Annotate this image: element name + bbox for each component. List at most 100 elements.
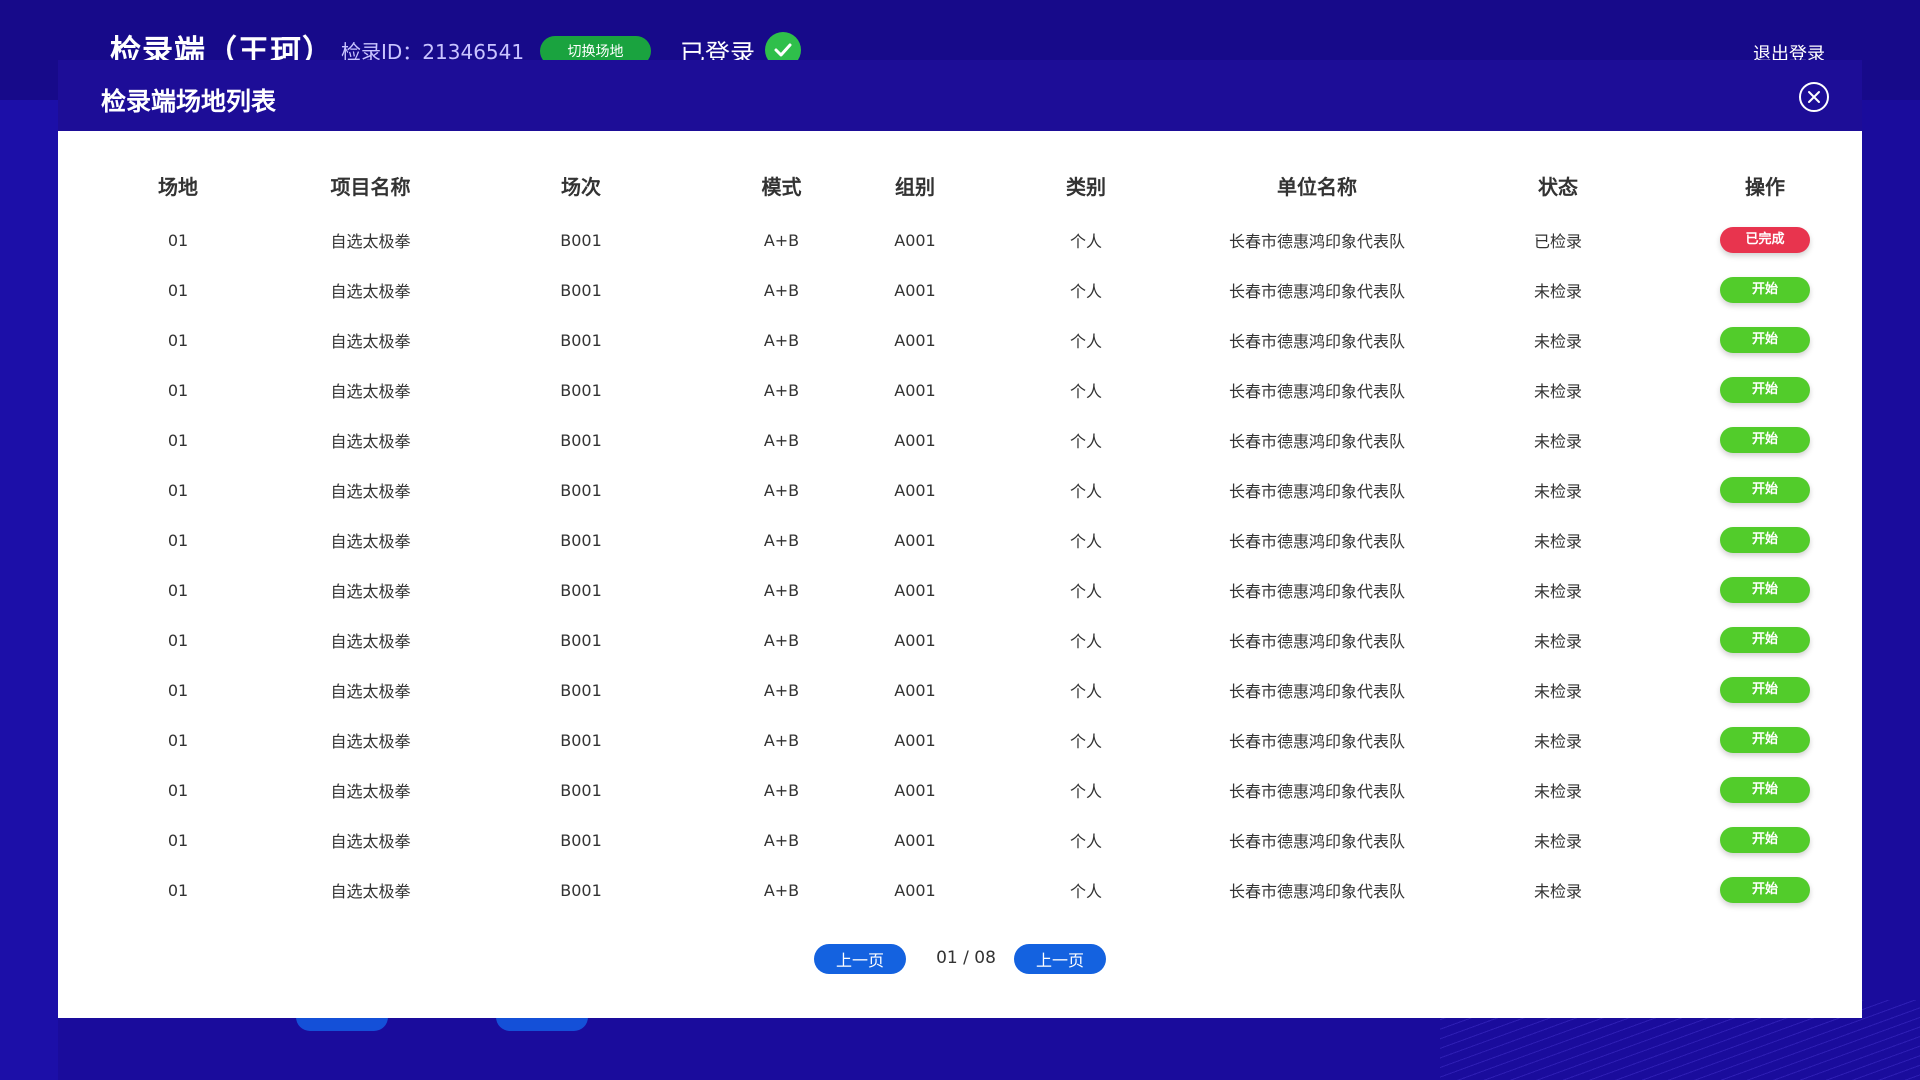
next-page-button[interactable]: 上一页 [1014, 944, 1106, 974]
cell-session: B001 [560, 430, 602, 450]
table-header-row: 场地 项目名称 场次 模式 组别 类别 单位名称 状态 操作 [58, 155, 1862, 215]
cell-project: 自选太极拳 [330, 332, 411, 351]
cell-session: B001 [560, 680, 602, 700]
venue-table-wrapper: 场地 项目名称 场次 模式 组别 类别 单位名称 状态 操作 01 自选太极拳 B0… [58, 155, 1862, 915]
start-button[interactable]: 开始 [1720, 377, 1810, 403]
cell-unit: 长春市德惠鸿印象代表队 [1228, 832, 1405, 851]
start-button[interactable]: 开始 [1720, 327, 1810, 353]
start-button[interactable]: 开始 [1720, 477, 1810, 503]
table-row: 01 自选太极拳 B001 A+B A001 个人 长春市德惠鸿印象代表队 未检录 开始 [58, 865, 1862, 915]
cell-category: 个人 [1069, 832, 1102, 851]
cell-action: 开始 [1668, 615, 1862, 665]
cell-action: 开始 [1668, 315, 1862, 365]
cell-mode: A+B [763, 280, 800, 300]
cell-mode: A+B [763, 480, 800, 500]
cell-session: B001 [560, 580, 602, 600]
start-button[interactable]: 开始 [1720, 877, 1810, 903]
cell-group: A001 [894, 380, 936, 400]
completed-button[interactable]: 已完成 [1720, 227, 1810, 253]
cell-venue: 01 [167, 580, 189, 600]
cell-session: B001 [560, 480, 602, 500]
cell-session: B001 [560, 830, 602, 850]
start-button[interactable]: 开始 [1720, 527, 1810, 553]
page-indicator: 01 / 08 [936, 948, 996, 968]
cell-session: B001 [560, 230, 602, 250]
table-row: 01 自选太极拳 B001 A+B A001 个人 长春市德惠鸿印象代表队 未检录 开始 [58, 665, 1862, 715]
cell-unit: 长春市德惠鸿印象代表队 [1228, 582, 1405, 601]
cell-project: 自选太极拳 [330, 232, 411, 251]
cell-unit: 长春市德惠鸿印象代表队 [1228, 532, 1405, 551]
cell-group: A001 [894, 480, 936, 500]
start-button[interactable]: 开始 [1720, 427, 1810, 453]
cell-project: 自选太极拳 [330, 282, 411, 301]
cell-venue: 01 [167, 630, 189, 650]
cell-unit: 长春市德惠鸿印象代表队 [1228, 382, 1405, 401]
header-status: 状态 [1538, 174, 1578, 199]
cell-category: 个人 [1069, 482, 1102, 501]
table-row: 01 自选太极拳 B001 A+B A001 个人 长春市德惠鸿印象代表队 未检录 开始 [58, 265, 1862, 315]
cell-group: A001 [894, 330, 936, 350]
cell-venue: 01 [167, 880, 189, 900]
cell-status: 未检录 [1533, 882, 1582, 901]
cell-category: 个人 [1069, 432, 1102, 451]
start-button[interactable]: 开始 [1720, 577, 1810, 603]
venue-table: 场地 项目名称 场次 模式 组别 类别 单位名称 状态 操作 01 自选太极拳 B0… [58, 155, 1862, 915]
cell-venue: 01 [167, 430, 189, 450]
cell-status: 未检录 [1533, 682, 1582, 701]
cell-category: 个人 [1069, 882, 1102, 901]
prev-page-button[interactable]: 上一页 [814, 944, 906, 974]
cell-project: 自选太极拳 [330, 682, 411, 701]
table-row: 01 自选太极拳 B001 A+B A001 个人 长春市德惠鸿印象代表队 未检录 开始 [58, 765, 1862, 815]
cell-session: B001 [560, 780, 602, 800]
header-project: 项目名称 [330, 174, 411, 199]
start-button[interactable]: 开始 [1720, 277, 1810, 303]
cell-unit: 长春市德惠鸿印象代表队 [1228, 632, 1405, 651]
start-button[interactable]: 开始 [1720, 777, 1810, 803]
cell-action: 开始 [1668, 465, 1862, 515]
cell-unit: 长春市德惠鸿印象代表队 [1228, 682, 1405, 701]
cell-venue: 01 [167, 280, 189, 300]
cell-unit: 长春市德惠鸿印象代表队 [1228, 232, 1405, 251]
cell-project: 自选太极拳 [330, 382, 411, 401]
table-row: 01 自选太极拳 B001 A+B A001 个人 长春市德惠鸿印象代表队 未检录 开始 [58, 715, 1862, 765]
cell-mode: A+B [763, 230, 800, 250]
cell-project: 自选太极拳 [330, 532, 411, 551]
cell-status: 未检录 [1533, 332, 1582, 351]
cell-session: B001 [560, 880, 602, 900]
cell-category: 个人 [1069, 582, 1102, 601]
start-button[interactable]: 开始 [1720, 727, 1810, 753]
cell-project: 自选太极拳 [330, 832, 411, 851]
start-button[interactable]: 开始 [1720, 677, 1810, 703]
start-button[interactable]: 开始 [1720, 827, 1810, 853]
cell-venue: 01 [167, 780, 189, 800]
cell-venue: 01 [167, 680, 189, 700]
cell-session: B001 [560, 380, 602, 400]
header-session: 场次 [561, 174, 601, 199]
cell-project: 自选太极拳 [330, 432, 411, 451]
cell-group: A001 [894, 880, 936, 900]
cell-action: 开始 [1668, 565, 1862, 615]
cell-project: 自选太极拳 [330, 732, 411, 751]
cell-group: A001 [894, 280, 936, 300]
cell-group: A001 [894, 680, 936, 700]
table-row: 01 自选太极拳 B001 A+B A001 个人 长春市德惠鸿印象代表队 未检录 开始 [58, 615, 1862, 665]
cell-status: 已检录 [1533, 232, 1582, 251]
cell-action: 已完成 [1668, 215, 1862, 265]
start-button[interactable]: 开始 [1720, 627, 1810, 653]
cell-venue: 01 [167, 380, 189, 400]
cell-group: A001 [894, 580, 936, 600]
cell-mode: A+B [763, 830, 800, 850]
modal-header: 检录端场地列表 [58, 60, 1862, 131]
venue-list-modal: 检录端场地列表 场地 项目名称 场次 模式 组别 类别 单位名称 状态 操作 0… [58, 60, 1862, 1018]
cell-group: A001 [894, 780, 936, 800]
cell-mode: A+B [763, 680, 800, 700]
cell-action: 开始 [1668, 665, 1862, 715]
cell-category: 个人 [1069, 782, 1102, 801]
close-icon[interactable] [1799, 82, 1829, 112]
cell-session: B001 [560, 630, 602, 650]
cell-status: 未检录 [1533, 582, 1582, 601]
cell-status: 未检录 [1533, 382, 1582, 401]
cell-status: 未检录 [1533, 282, 1582, 301]
cell-mode: A+B [763, 630, 800, 650]
cell-session: B001 [560, 730, 602, 750]
